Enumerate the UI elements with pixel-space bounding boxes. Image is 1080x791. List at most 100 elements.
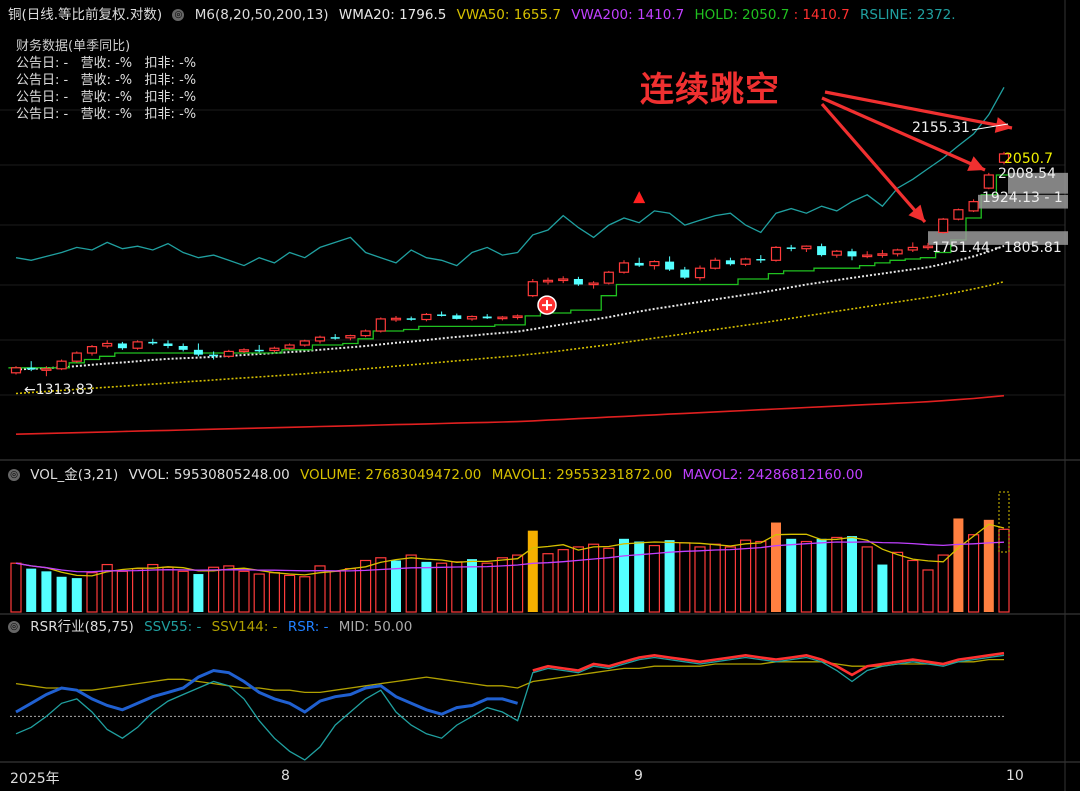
volume-bar xyxy=(786,538,797,612)
volume-header: ◎ VOL_金(3,21) VVOL: 59530805248.00 VOLUM… xyxy=(8,464,869,486)
volume-bar xyxy=(709,543,721,613)
volume-bar xyxy=(937,554,949,613)
volume-bar xyxy=(405,554,417,613)
rsr-title: RSR行业(85,75) xyxy=(30,619,134,635)
settings-icon[interactable]: ◎ xyxy=(8,469,20,481)
vol-title: VOL_金(3,21) xyxy=(30,467,119,483)
candle-body xyxy=(618,262,630,273)
candle-body xyxy=(254,349,264,352)
vwa200-value: VWA200: 1410.7 xyxy=(571,7,685,23)
vwa50-series xyxy=(15,280,1005,395)
volume-bar xyxy=(56,576,67,612)
vwa50-value: VWA50: 1655.7 xyxy=(456,7,561,23)
candle-body xyxy=(527,281,538,297)
volume-bar xyxy=(634,541,645,612)
volume-bar xyxy=(253,573,265,613)
candle-body xyxy=(862,254,873,258)
volume-bar xyxy=(71,578,82,612)
candle-body xyxy=(497,316,508,320)
ssv55-value: SSV55: - xyxy=(144,619,202,635)
candle-body xyxy=(26,367,36,370)
candle-body xyxy=(345,335,356,339)
candle-body xyxy=(710,259,721,269)
candle-body xyxy=(269,347,280,352)
volume-bar xyxy=(619,538,629,612)
candle-body xyxy=(390,317,402,321)
volume-bar xyxy=(344,568,356,613)
volume-bar xyxy=(983,519,994,612)
volume-bar xyxy=(481,562,493,613)
candle-body xyxy=(877,253,888,256)
x-tick: 9 xyxy=(634,768,643,784)
volume-bar xyxy=(116,570,129,613)
mavol2-value: MAVOL2: 24286812160.00 xyxy=(682,467,864,483)
high-price-label: 2155.31 xyxy=(912,120,970,136)
volume-bar xyxy=(572,546,585,613)
candle-body xyxy=(831,250,842,256)
gap3-label: 1751.44 - 1805.81 xyxy=(932,240,1062,256)
candle-body xyxy=(817,246,827,256)
candle-body xyxy=(953,209,964,220)
volume-bar xyxy=(436,562,448,613)
volume-bar xyxy=(451,561,463,613)
volume-bar xyxy=(891,551,904,613)
rsr-value: RSR: - xyxy=(287,619,329,635)
rsr-series xyxy=(15,668,519,716)
settings-icon[interactable]: ◎ xyxy=(8,621,20,633)
volume-bar xyxy=(511,554,524,613)
volume-bar xyxy=(800,540,813,613)
candle-body xyxy=(725,260,735,265)
candle-body xyxy=(437,314,447,316)
candle-body xyxy=(542,279,554,283)
volume-bar xyxy=(922,569,934,613)
candle-body xyxy=(482,316,492,319)
vvol-value: VVOL: 59530805248.00 xyxy=(128,467,290,483)
x-tick: 10 xyxy=(1006,768,1024,784)
volume-bar xyxy=(223,565,235,613)
volume-bar xyxy=(816,538,827,612)
settings-icon[interactable]: ◎ xyxy=(172,9,185,21)
hold-value: HOLD: 2050.7 xyxy=(694,7,790,23)
candle-body xyxy=(193,349,203,355)
candle-body xyxy=(71,352,82,362)
candle-body xyxy=(132,341,143,349)
volume-bar xyxy=(329,570,341,613)
volume-bar xyxy=(177,570,189,613)
volume-bar xyxy=(831,536,843,613)
candle-body xyxy=(284,344,295,349)
gap-annotation: 连续跳空 xyxy=(640,70,780,110)
m6-label: M6(8,20,50,200,13) xyxy=(194,7,329,23)
financial-row: 公告日: - 营收: -% 扣非: -% xyxy=(16,73,197,88)
x-tick: 2025年 xyxy=(10,771,60,787)
candle-body xyxy=(178,345,188,350)
volume-bar xyxy=(664,540,675,612)
candle-body xyxy=(360,330,371,337)
candle-body xyxy=(117,343,127,349)
volume-bar xyxy=(953,518,964,612)
volume-bar xyxy=(557,549,569,613)
gap2-label: 1924.13 - 1 xyxy=(982,190,1063,206)
candle-body xyxy=(314,336,326,342)
candle-body xyxy=(330,337,340,339)
low-price-label: ←1313.83 xyxy=(24,382,94,398)
candle-body xyxy=(406,318,416,320)
volume-bar xyxy=(679,542,691,613)
candle-body xyxy=(102,342,113,347)
volume-bar xyxy=(375,557,387,613)
candle-body xyxy=(375,318,386,332)
candle-body xyxy=(634,262,644,266)
candle-body xyxy=(573,278,583,285)
mavol1-value: MAVOL1: 29553231872.00 xyxy=(491,467,673,483)
volume-bar xyxy=(587,543,600,613)
candle-body xyxy=(163,343,173,346)
candle-body xyxy=(512,315,523,319)
candle-body xyxy=(588,282,599,286)
volume-bar xyxy=(847,536,857,612)
financial-row: 公告日: - 营收: -% 扣非: -% xyxy=(16,90,197,105)
candle-body xyxy=(238,349,250,353)
candle-body xyxy=(148,341,158,344)
volume-bar xyxy=(193,574,204,612)
candle-body xyxy=(665,261,675,270)
candle-body xyxy=(756,258,766,261)
volume-bar xyxy=(877,564,888,612)
